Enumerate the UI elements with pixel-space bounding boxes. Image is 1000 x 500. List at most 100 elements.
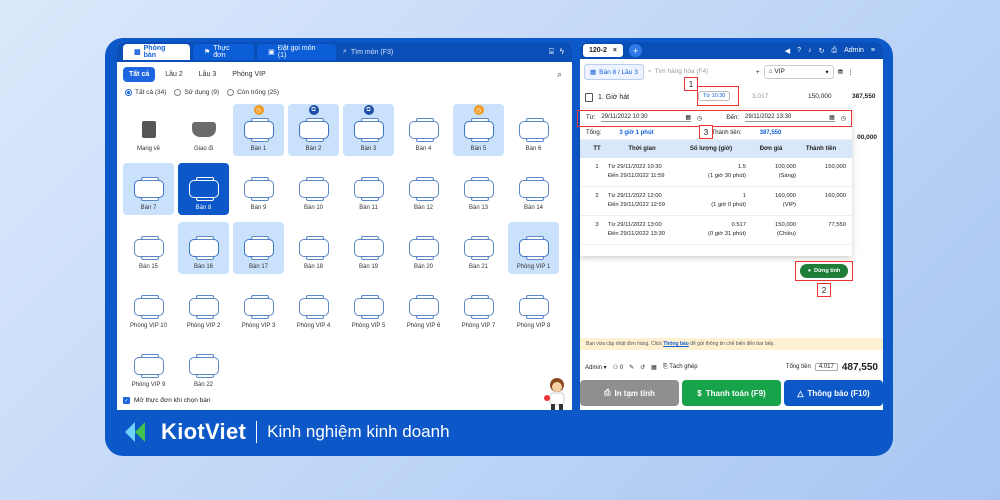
table-cell[interactable]: Bàn 21	[453, 222, 504, 274]
table-cell[interactable]: Giao đi	[178, 104, 229, 156]
notice-link[interactable]: Thông báo	[663, 341, 689, 347]
price-list-select[interactable]: ⌂ VIP ▾	[763, 65, 834, 79]
tab-tables[interactable]: ▦ Phòng bàn	[123, 44, 190, 60]
table-selector[interactable]: ▦ Bàn 8 / Lầu 3	[584, 64, 644, 80]
tab-menu[interactable]: ⚑ Thực đơn	[192, 44, 255, 60]
goods-search[interactable]: ⌕ Tìm hàng hóa (F4)	[648, 68, 752, 76]
table-icon	[463, 118, 494, 142]
table-cell[interactable]: Bàn 9	[233, 163, 284, 215]
split-button[interactable]: ⎘ Tách ghép	[663, 364, 698, 371]
filter-vip[interactable]: Phòng VIP	[226, 67, 271, 82]
table-label: Bàn 17	[248, 264, 269, 270]
table-cell[interactable]: Phòng VIP 1	[508, 222, 559, 274]
table-row: 1 Từ 29/11/2022 10:30 Đến 29/11/2022 11:59…	[580, 158, 852, 187]
table-cell[interactable]: Phòng VIP 7	[453, 281, 504, 333]
trash-icon[interactable]	[585, 93, 593, 102]
table-label: Bàn 6	[525, 146, 542, 152]
open-menu-option[interactable]: ✓ Mở thực đơn khi chọn bàn	[123, 397, 210, 404]
menu-icon[interactable]: ≡	[871, 47, 875, 54]
table-label: Bàn 4	[415, 146, 432, 152]
table-cell[interactable]: Bàn 13	[453, 163, 504, 215]
table-cell[interactable]: Bàn 14	[508, 163, 559, 215]
table-cell[interactable]: Bàn 11	[343, 163, 394, 215]
item-qty[interactable]: 3.017	[752, 93, 768, 100]
table-cell[interactable]: Bàn 15	[123, 222, 174, 274]
table-cell[interactable]: ⧉ Bàn 2	[288, 104, 339, 156]
table-icon	[133, 236, 164, 260]
radio-all[interactable]: Tất cả (34)	[125, 89, 166, 96]
filter-floor3[interactable]: Lầu 3	[193, 67, 223, 82]
table-cell[interactable]: Bàn 8	[178, 163, 229, 215]
print-button[interactable]: ⎙ In tạm tính	[580, 380, 679, 406]
filter-all[interactable]: Tất cả	[123, 67, 156, 82]
bell-icon[interactable]: ♪	[808, 47, 812, 54]
grid-icon: ▦	[134, 49, 141, 56]
table-cell[interactable]: Bàn 18	[288, 222, 339, 274]
table-cell[interactable]: Phòng VIP 9	[123, 340, 174, 392]
table-cell[interactable]: Phòng VIP 3	[233, 281, 284, 333]
tag-icon: ⌂	[768, 68, 773, 75]
filter-floor2[interactable]: Lầu 2	[159, 67, 189, 82]
brand-divider	[256, 421, 258, 443]
table-icon	[518, 177, 549, 201]
table-label: Bàn 18	[303, 264, 324, 270]
table-icon	[243, 236, 274, 260]
table-cell[interactable]: Phòng VIP 2	[178, 281, 229, 333]
table-cell[interactable]: ⧉ Bàn 3	[343, 104, 394, 156]
table-icon	[463, 177, 494, 201]
guest-count[interactable]: ⚇ 0	[613, 364, 623, 371]
table-cell[interactable]: Bàn 17	[233, 222, 284, 274]
staff-select[interactable]: Admin ▾	[585, 364, 607, 371]
add-tab-button[interactable]: +	[629, 44, 642, 57]
table-cell[interactable]: Bàn 16	[178, 222, 229, 274]
table-map-panel: ▦ Phòng bàn ⚑ Thực đơn ▣ Đặt gọi món (1) ⌕ T…	[117, 42, 572, 410]
close-icon[interactable]: ×	[613, 47, 617, 54]
calendar-icon[interactable]: ▦	[651, 364, 657, 371]
refresh-icon[interactable]: ↻	[819, 47, 825, 55]
table-cell[interactable]: Phòng VIP 8	[508, 281, 559, 333]
table-cell[interactable]: Phòng VIP 5	[343, 281, 394, 333]
flash-icon[interactable]: ϟ	[560, 47, 564, 57]
scan-icon[interactable]: ⌸	[549, 47, 554, 57]
table-label: Bàn 14	[523, 205, 544, 211]
table-label: Bàn 16	[193, 264, 214, 270]
table-cell[interactable]: Bàn 7	[123, 163, 174, 215]
table-label: Bàn 21	[468, 264, 489, 270]
printer-icon[interactable]: ⎙	[831, 47, 837, 55]
table-cell[interactable]: Bàn 12	[398, 163, 449, 215]
table-label: Phòng VIP 2	[186, 323, 221, 329]
order-tab[interactable]: 120-2 ×	[583, 44, 623, 57]
table-cell[interactable]: Bàn 20	[398, 222, 449, 274]
table-cell[interactable]: Bàn 4	[398, 104, 449, 156]
table-icon	[353, 177, 384, 201]
radio-free[interactable]: Còn trống (25)	[227, 89, 279, 96]
checkbox-checked[interactable]: ✓	[123, 397, 130, 404]
table-cell[interactable]: ◷ Bàn 5	[453, 104, 504, 156]
basket-icon[interactable]: ⛃	[838, 68, 843, 76]
table-cell[interactable]: Bàn 19	[343, 222, 394, 274]
table-cell[interactable]: Bàn 10	[288, 163, 339, 215]
table-icon	[298, 236, 329, 260]
table-cell[interactable]: ◷ Bàn 1	[233, 104, 284, 156]
more-icon[interactable]: ⋮	[847, 68, 854, 76]
tab-orders[interactable]: ▣ Đặt gọi món (1)	[257, 44, 336, 60]
history-icon[interactable]: ↺	[640, 364, 645, 371]
menu-search[interactable]: ⌕ Tìm món (F3)	[343, 48, 549, 56]
add-icon[interactable]: +	[756, 69, 760, 76]
radio-used[interactable]: Sử dụng (9)	[174, 89, 219, 96]
notify-button[interactable]: △ Thông báo (F10)	[784, 380, 883, 406]
volume-icon[interactable]: ◀	[785, 47, 790, 55]
table-icon	[353, 295, 384, 319]
table-cell[interactable]: Bàn 22	[178, 340, 229, 392]
table-cell[interactable]: Phòng VIP 6	[398, 281, 449, 333]
table-cell[interactable]: Phòng VIP 4	[288, 281, 339, 333]
table-label: Bàn 1	[250, 146, 267, 152]
edit-icon[interactable]: ✎	[629, 364, 634, 371]
help-icon[interactable]: ?	[797, 47, 801, 54]
table-cell[interactable]: Phòng VIP 10	[123, 281, 174, 333]
search-icon[interactable]: ⌕	[557, 69, 562, 80]
table-cell[interactable]: Mang về	[123, 104, 174, 156]
pay-button[interactable]: $ Thanh toán (F9)	[682, 380, 781, 406]
user-name[interactable]: Admin	[844, 47, 864, 54]
table-cell[interactable]: Bàn 6	[508, 104, 559, 156]
